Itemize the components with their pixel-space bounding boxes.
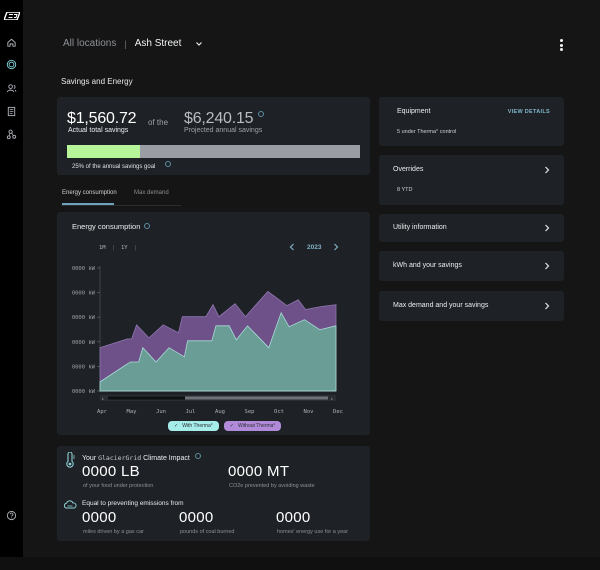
savings-icon	[6, 59, 17, 70]
stat-label-homes: homes' energy use for a year	[277, 529, 349, 535]
kebab-menu-icon[interactable]	[558, 39, 564, 51]
climate-impact-title: Your GlacierGrid Climate Impact	[82, 454, 190, 462]
chevron-right-icon[interactable]	[544, 166, 550, 174]
savings-goal-label: 25% of the annual savings goal	[72, 164, 156, 170]
chevron-right-icon[interactable]	[544, 302, 550, 310]
kwh-savings-card[interactable]: kWh and your savings	[379, 251, 564, 281]
legend-with-therma[interactable]: ✓ With Therma°	[168, 421, 219, 431]
sidebar	[0, 0, 23, 557]
x-tick-label: May	[127, 409, 138, 415]
energy-consumption-card: Energy consumption 1M | 1Y | 2023 0000 k…	[57, 212, 370, 435]
thermometer-icon	[66, 452, 75, 468]
y-tick-label: 0000 kW	[72, 364, 96, 370]
check-icon: ✓	[229, 423, 234, 429]
x-tick-label: Apr	[97, 409, 108, 415]
actual-savings-label: Actual total savings	[68, 127, 129, 134]
x-tick-label: Aug	[215, 409, 225, 415]
overrides-card[interactable]: Overrides 8 YTD	[379, 155, 564, 205]
sidebar-item-reports[interactable]	[5, 105, 18, 118]
y-tick-label: 0000 kW	[72, 291, 96, 297]
users-icon	[6, 84, 17, 93]
overrides-subtitle: 8 YTD	[397, 187, 413, 193]
savings-card: $1,560.72 Actual total savings of the $6…	[57, 97, 370, 175]
of-the-label: of the	[148, 118, 169, 127]
co2-prevented-value: 0000 MT	[228, 463, 290, 480]
stat-value-coal: 0000	[179, 509, 214, 526]
max-demand-savings-card[interactable]: Max demand and your savings	[379, 291, 564, 321]
impact-title-suffix: Climate Impact	[143, 455, 190, 462]
food-protected-value: 0000 LB	[82, 463, 140, 480]
x-tick-label: Nov	[304, 409, 315, 415]
footer-strip	[0, 557, 600, 570]
chevron-right-icon[interactable]	[544, 224, 550, 232]
equipment-card: Equipment VIEW DETAILS 5 under Therma° c…	[379, 97, 564, 146]
chevron-down-icon[interactable]	[195, 40, 203, 48]
tab-max-demand[interactable]: Max demand	[134, 190, 169, 196]
legend-without-therma[interactable]: ✓ Without Therma°	[223, 421, 282, 431]
sidebar-item-network[interactable]	[5, 128, 18, 141]
legend-with-therma-label: With Therma°	[182, 423, 213, 429]
location-selector[interactable]: Ash Street	[135, 38, 182, 49]
x-tick-label: Jun	[156, 409, 166, 415]
info-icon[interactable]	[195, 453, 201, 459]
energy-area-chart: 0000 kW 0000 kW 0000 kW 0000 kW 0000 kW 0000 …	[72, 266, 343, 415]
savings-progress-fill	[67, 145, 141, 158]
savings-progress-bar	[67, 145, 360, 158]
sidebar-item-home[interactable]	[5, 36, 18, 49]
impact-brand: GlacierGrid	[98, 454, 142, 462]
climate-impact-card: Your GlacierGrid Climate Impact 0000 LB …	[57, 446, 370, 541]
utility-information-card[interactable]: Utility information	[379, 214, 564, 242]
glaciergrid-logo-icon[interactable]	[4, 12, 20, 20]
x-tick-label: Jul	[186, 409, 196, 415]
check-icon: ✓	[174, 423, 179, 429]
y-tick-label: 0000 kW	[72, 266, 96, 272]
sidebar-item-users[interactable]	[5, 82, 18, 95]
document-icon	[7, 106, 16, 117]
legend-without-therma-label: Without Therma°	[237, 423, 276, 429]
chart-scrollbar-left-region	[108, 396, 185, 400]
co2-prevented-label: CO2e prevented by avoiding waste	[229, 483, 315, 489]
tab-energy-consumption[interactable]: Energy consumption	[62, 190, 117, 196]
cloud-emissions-icon	[63, 500, 77, 509]
y-tick-label: 0000 kW	[72, 340, 96, 346]
chevron-right-icon[interactable]	[544, 262, 550, 270]
stat-label-miles: miles driven by a gas car	[83, 529, 144, 535]
network-icon	[6, 129, 17, 140]
x-tick-label: Oct	[274, 409, 284, 415]
emissions-title: Equal to preventing emissions from	[82, 500, 184, 507]
home-icon	[7, 38, 16, 47]
max-demand-savings-title: Max demand and your savings	[393, 302, 489, 309]
breadcrumb: All locations | Ash Street	[63, 38, 203, 49]
sidebar-item-help[interactable]	[5, 509, 18, 522]
x-tick-label: Sep	[245, 409, 255, 415]
kwh-savings-title: kWh and your savings	[393, 262, 462, 269]
chart-scrollbar-thumb	[185, 396, 328, 400]
help-icon	[6, 510, 17, 521]
equipment-subtitle: 5 under Therma° control	[397, 129, 457, 135]
stat-value-miles: 0000	[82, 509, 117, 526]
section-title: Savings and Energy	[61, 77, 133, 86]
breadcrumb-separator: |	[124, 38, 127, 49]
chart-tabs: Energy consumption Max demand	[61, 190, 181, 206]
food-protected-label: of your food under protection	[83, 483, 154, 489]
equipment-title: Equipment	[397, 108, 431, 115]
y-tick-label: 0000 kW	[72, 315, 96, 321]
chart-legend: ✓ With Therma° ✓ Without Therma°	[168, 421, 282, 431]
impact-title-prefix: Your	[82, 455, 97, 462]
overrides-title: Overrides	[393, 166, 424, 173]
info-icon[interactable]	[258, 111, 264, 117]
projected-savings-label: Projected annual savings	[184, 127, 263, 134]
breadcrumb-all-locations[interactable]: All locations	[63, 38, 116, 49]
info-icon[interactable]	[165, 161, 171, 167]
sidebar-item-savings[interactable]	[5, 58, 18, 71]
x-tick-label: Dec	[333, 409, 343, 415]
projected-savings-amount: $6,240.15	[184, 110, 254, 127]
actual-savings-amount: $1,560.72	[67, 110, 137, 127]
active-tab-indicator	[62, 203, 114, 205]
utility-information-title: Utility information	[393, 224, 447, 231]
stat-value-homes: 0000	[276, 509, 311, 526]
y-tick-label: 0000 kW	[72, 389, 96, 395]
view-details-link[interactable]: VIEW DETAILS	[508, 109, 550, 115]
stat-label-coal: pounds of coal burned	[180, 529, 235, 535]
